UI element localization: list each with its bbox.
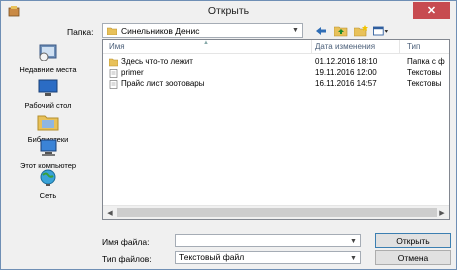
- up-folder-button[interactable]: [333, 24, 349, 38]
- lookin-combo[interactable]: Синельников Денис ▼: [102, 23, 303, 38]
- file-row[interactable]: Здесь что-то лежит 01.12.2016 18:10 Папк…: [103, 57, 449, 68]
- new-folder-button[interactable]: [353, 24, 369, 38]
- place-computer[interactable]: Этот компьютер: [9, 139, 87, 170]
- chevron-down-icon[interactable]: ▼: [347, 252, 360, 264]
- column-headers: ▲ Имя Дата изменения Тип: [103, 40, 449, 54]
- new-folder-icon: [354, 24, 368, 36]
- place-desktop[interactable]: Рабочий стол: [9, 79, 87, 110]
- scroll-right-icon[interactable]: ▶: [435, 206, 449, 219]
- column-name[interactable]: Имя: [109, 42, 125, 51]
- place-label: Рабочий стол: [24, 101, 72, 110]
- file-name: Здесь что-то лежит: [121, 57, 193, 66]
- place-network[interactable]: Сеть: [9, 169, 87, 200]
- cancel-button[interactable]: Отмена: [375, 250, 451, 265]
- file-name: Прайс лист зоотовары: [121, 79, 205, 88]
- place-label: Недавние места: [19, 65, 77, 74]
- view-menu-button[interactable]: [373, 24, 389, 38]
- lookin-value: Синельников Денис: [121, 25, 200, 36]
- back-button[interactable]: [313, 24, 329, 38]
- sort-up-icon: ▲: [203, 40, 209, 46]
- file-date: 16.11.2016 14:57: [315, 79, 377, 88]
- network-icon: [40, 169, 56, 186]
- folder-icon: [107, 27, 117, 35]
- column-divider[interactable]: [311, 40, 312, 54]
- chevron-down-icon[interactable]: ▼: [347, 235, 360, 247]
- file-type: Текстовы: [407, 79, 442, 88]
- place-label: Сеть: [39, 191, 57, 200]
- scroll-left-icon[interactable]: ◀: [103, 206, 117, 219]
- file-date: 19.11.2016 12:00: [315, 68, 377, 77]
- open-dialog: Открыть ✕ Папка: Синельников Денис ▼ Нед…: [0, 0, 457, 270]
- text-file-icon: [109, 80, 118, 89]
- chevron-down-icon[interactable]: ▼: [289, 24, 302, 37]
- file-date: 01.12.2016 18:10: [315, 57, 378, 66]
- lookin-label: Папка:: [67, 27, 94, 37]
- column-type[interactable]: Тип: [407, 42, 420, 51]
- horizontal-scrollbar[interactable]: ◀ ▶: [103, 205, 449, 219]
- libraries-icon: [37, 115, 59, 131]
- file-list[interactable]: ▲ Имя Дата изменения Тип Здесь что-то ле…: [102, 39, 450, 220]
- close-button[interactable]: ✕: [413, 2, 450, 19]
- computer-icon: [40, 139, 57, 156]
- folder-icon: [109, 58, 118, 67]
- view-menu-icon: [373, 26, 389, 35]
- file-type: Текстовы: [407, 68, 442, 77]
- column-date[interactable]: Дата изменения: [315, 42, 375, 51]
- filetype-select[interactable]: Текстовый файл: [175, 251, 361, 264]
- file-row[interactable]: Прайс лист зоотовары 16.11.2016 14:57 Те…: [103, 79, 449, 90]
- filetype-value: Текстовый файл: [179, 252, 245, 262]
- filename-label: Имя файла:: [102, 237, 150, 247]
- filename-input[interactable]: [175, 234, 361, 247]
- open-button[interactable]: Открыть: [375, 233, 451, 248]
- place-recent[interactable]: Недавние места: [9, 43, 87, 74]
- desktop-icon: [38, 79, 58, 96]
- up-folder-icon: [334, 26, 348, 36]
- back-arrow-icon: [316, 26, 326, 35]
- file-type: Папка с ф: [407, 57, 445, 66]
- file-row[interactable]: primer 19.11.2016 12:00 Текстовы: [103, 68, 449, 79]
- text-file-icon: [109, 69, 118, 78]
- nav-toolbar: [313, 23, 389, 38]
- window-title: Открыть: [207, 5, 250, 17]
- filetype-label: Тип файлов:: [102, 254, 152, 264]
- column-divider[interactable]: [399, 40, 400, 54]
- places-bar: Недавние места Рабочий стол Библиотеки Э…: [9, 41, 87, 231]
- scroll-thumb[interactable]: [117, 208, 437, 217]
- file-name: primer: [121, 68, 144, 77]
- title-bar[interactable]: Открыть ✕: [1, 1, 456, 21]
- recent-places-icon: [39, 44, 57, 62]
